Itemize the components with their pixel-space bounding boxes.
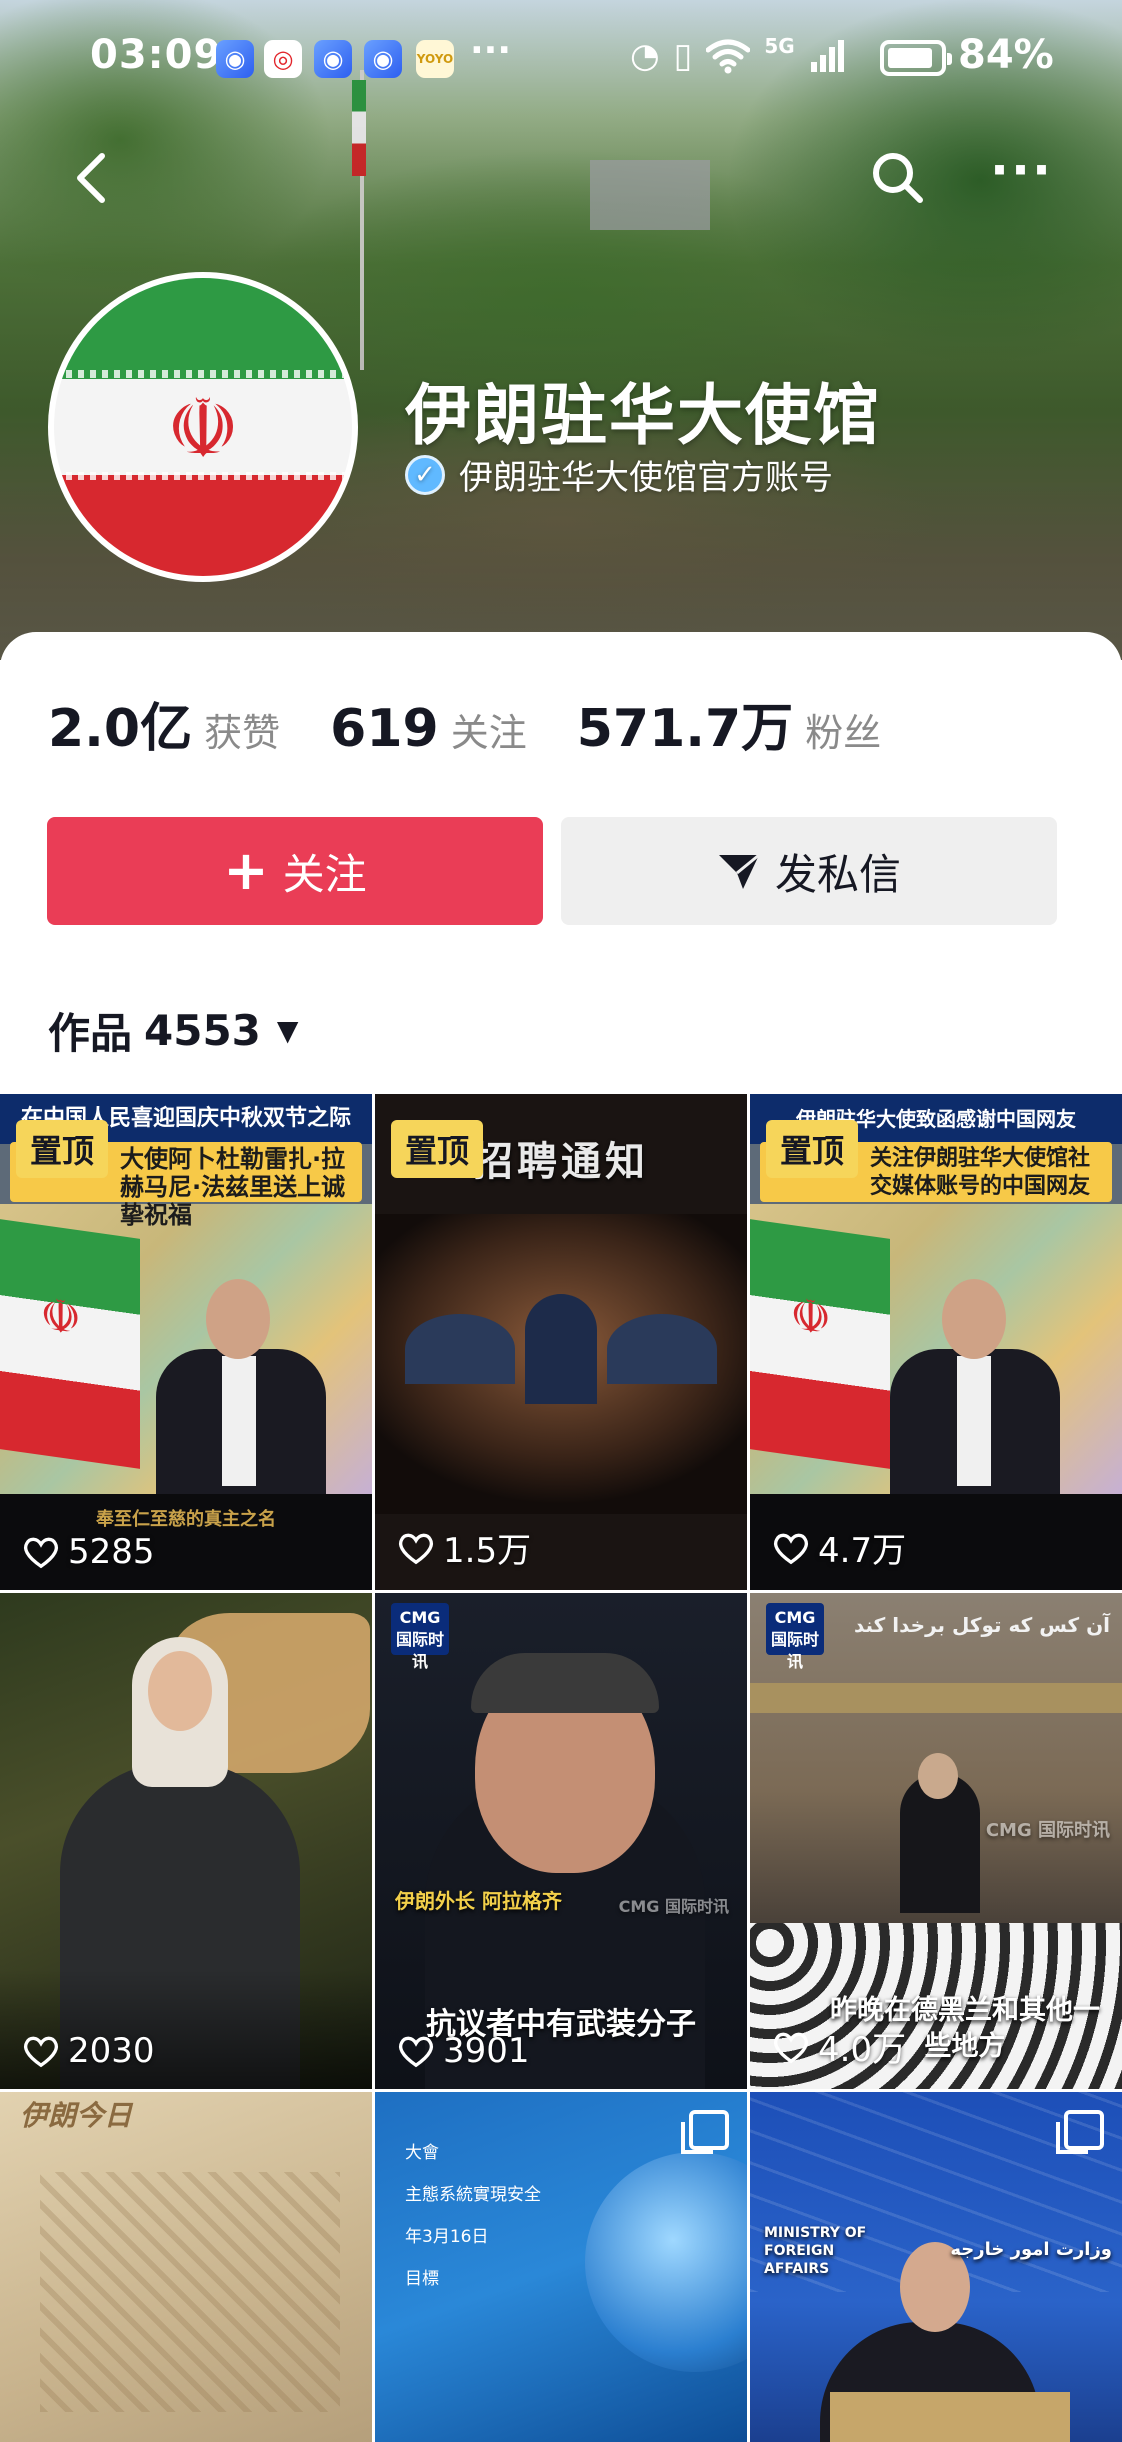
search-icon: [873, 153, 923, 203]
tile-title-script: 伊朗今日: [20, 2099, 133, 2132]
works-count: 4553: [144, 1006, 261, 1055]
video-tile[interactable]: CMG 国际时讯 伊朗外长 阿拉格齐 CMG 国际时讯 抗议者中有武装分子 39…: [375, 1593, 747, 2089]
follow-button[interactable]: + 关注: [47, 817, 543, 925]
works-tab[interactable]: 作品 4553 ▼: [48, 1000, 298, 1061]
video-tile[interactable]: 在中国人民喜迎国庆中秋双节之际 大使阿卜杜勒雷扎·拉赫马尼·法兹里送上诚挚祝福 …: [0, 1094, 372, 1590]
iran-flag-icon: ☫: [750, 1219, 890, 1469]
battery-icon: [880, 40, 952, 76]
status-time: 03:09: [90, 32, 223, 78]
status-bar: 03:09 ◉ ◎ ◉ ◉ YOYO ··· ◔ ▯ 5G 84%: [0, 0, 1122, 110]
heart-icon: [773, 2032, 809, 2063]
stat-label: 粉丝: [805, 711, 882, 755]
tile-watermark: CMG 国际时讯: [985, 1820, 1110, 1841]
stat-value: 571.7万: [576, 699, 794, 759]
cmg-logo: CMG 国际时讯: [391, 1603, 449, 1671]
stat-following[interactable]: 619 关注: [330, 699, 527, 759]
stat-followers[interactable]: 571.7万 粉丝: [577, 686, 882, 761]
search-button[interactable]: [868, 148, 928, 208]
tile-line: 大會: [405, 2143, 439, 2163]
stat-value: 619: [330, 699, 439, 759]
back-button[interactable]: [70, 148, 120, 208]
video-tile[interactable]: MINISTRY OF FOREIGN AFFAIRS وزارت امور خ…: [750, 2092, 1122, 2442]
person-thumbnail: [206, 1279, 270, 1359]
yoyo-icon: YOYO: [416, 40, 454, 78]
likes-count: 4.7万: [818, 1531, 907, 1571]
follow-label: 关注: [282, 849, 367, 899]
heart-icon: [23, 2036, 59, 2068]
more-button[interactable]: ···: [990, 145, 1060, 206]
alarm-icon: ◔: [630, 36, 660, 76]
message-button[interactable]: 发私信: [561, 817, 1057, 925]
pinned-badge: 置顶: [16, 1120, 109, 1178]
video-tile[interactable]: 招聘通知 置顶 1.5万: [375, 1094, 747, 1590]
blue-app-icon: ◉: [216, 40, 254, 78]
video-tile[interactable]: CMG 国际时讯 آن کس که توکل برخدا کند CMG 国际时…: [750, 1593, 1122, 2089]
cmg-logo: CMG 国际时讯: [766, 1603, 824, 1671]
tile-arabic-text: آن کس که توکل برخدا کند: [853, 1613, 1110, 1637]
tile-line: 主態系統實現安全: [405, 2185, 541, 2205]
battery-percent: 84%: [958, 32, 1054, 78]
stat-label: 关注: [450, 711, 527, 755]
blue-app-icon: ◉: [364, 40, 402, 78]
multi-image-icon: [1056, 2110, 1104, 2154]
multi-image-icon: [681, 2110, 729, 2154]
pinned-badge: 置顶: [391, 1120, 484, 1178]
likes-count: 4.0万: [818, 2030, 907, 2070]
tile-line: 目標: [405, 2269, 439, 2289]
tile-sign-fa: وزارت امور خارجه: [950, 2239, 1112, 2260]
tile-sign-en: MINISTRY OF FOREIGN AFFAIRS: [764, 2225, 867, 2277]
heart-icon: [773, 1533, 809, 1564]
network-label: 5G: [764, 34, 795, 58]
video-grid: 在中国人民喜迎国庆中秋双节之际 大使阿卜杜勒雷扎·拉赫马尼·法兹里送上诚挚祝福 …: [0, 1094, 1122, 2442]
caret-down-icon: ▼: [276, 1014, 299, 1047]
tile-likes: 4.7万: [772, 1523, 906, 1572]
heart-icon: [23, 1537, 59, 1569]
person-thumbnail: [918, 1753, 958, 1799]
tile-likes: 3901: [397, 2031, 530, 2071]
tile-likes: 1.5万: [397, 1523, 531, 1572]
likes-count: 2030: [68, 2031, 155, 2071]
person-thumbnail: [148, 1651, 212, 1731]
chevron-left-icon: [77, 153, 105, 203]
verified-label: 伊朗驻华大使馆官方账号: [459, 458, 833, 498]
verified-badge-icon: ✓: [405, 454, 445, 495]
verified-row: ✓ 伊朗驻华大使馆官方账号: [405, 450, 833, 499]
heart-icon: [398, 2036, 434, 2068]
person-thumbnail: [942, 1279, 1006, 1359]
stat-label: 获赞: [204, 711, 281, 755]
video-tile[interactable]: 伊朗今日: [0, 2092, 372, 2442]
video-tile[interactable]: 伊朗驻华大使致函感谢中国网友 关注伊朗驻华大使馆社交媒体账号的中国网友 ☫ 置顶…: [750, 1094, 1122, 1590]
vibrate-icon: ▯: [673, 36, 693, 76]
tile-likes: 5285: [22, 1532, 155, 1572]
stat-value: 2.0亿: [48, 699, 193, 759]
video-tile[interactable]: 大會 主態系統實現安全 年3月16日 目標: [375, 2092, 747, 2442]
tile-line: 年3月16日: [405, 2227, 489, 2247]
stats-row: 2.0亿 获赞 619 关注 571.7万 粉丝: [48, 686, 931, 761]
stat-likes[interactable]: 2.0亿 获赞: [48, 686, 280, 761]
status-more-dots: ···: [470, 30, 512, 71]
iran-flag-icon: ☫: [0, 1219, 140, 1469]
tile-name-tag: 伊朗外长 阿拉格齐: [395, 1889, 562, 1913]
signal-icon: [810, 40, 844, 72]
tile-likes: 4.0万: [772, 2022, 906, 2071]
tile-likes: 2030: [22, 2031, 155, 2071]
profile-name: 伊朗驻华大使馆: [405, 377, 881, 454]
send-icon: [718, 853, 760, 889]
wifi-icon: [706, 39, 751, 74]
plus-icon: +: [223, 839, 269, 902]
likes-count: 3901: [443, 2031, 530, 2071]
weibo-icon: ◎: [264, 40, 302, 78]
message-label: 发私信: [774, 849, 901, 899]
works-label: 作品: [48, 1009, 133, 1058]
iran-emblem-icon: ☫: [166, 382, 240, 478]
video-tile[interactable]: 2030: [0, 1593, 372, 2089]
tile-watermark: CMG 国际时讯: [618, 1897, 729, 1916]
pinned-badge: 置顶: [766, 1120, 859, 1178]
likes-count: 1.5万: [443, 1531, 532, 1571]
avatar[interactable]: ☫: [48, 272, 358, 582]
likes-count: 5285: [68, 1532, 155, 1572]
heart-icon: [398, 1533, 434, 1564]
blue-app-icon: ◉: [314, 40, 352, 78]
